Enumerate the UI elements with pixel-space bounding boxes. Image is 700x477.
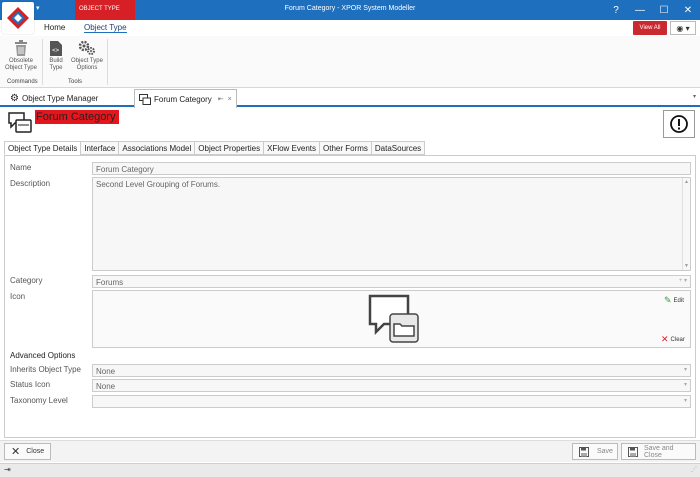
forum-category-icon <box>368 294 420 346</box>
tab-object-properties[interactable]: Object Properties <box>194 141 265 155</box>
chevron-down-icon: + ▾ <box>678 278 687 284</box>
scroll-up-icon[interactable]: ▲ <box>684 179 689 185</box>
build-type-label: Build Type <box>49 58 63 71</box>
name-label: Name <box>10 163 32 172</box>
document-tab-bar: ⚙ Object Type Manager Forum Category ⇤ ×… <box>0 89 700 108</box>
footer-bar: ✕ Close Save Save and Close <box>0 440 700 462</box>
edit-icon: ✎ <box>664 295 672 305</box>
description-scrollbar[interactable]: ▲ ▼ <box>682 178 690 270</box>
app-logo-icon <box>7 7 29 29</box>
taxonomy-level-label: Taxonomy Level <box>10 396 68 405</box>
ribbon-tab-bar: Home Object Type <box>0 20 700 36</box>
chevron-down-icon: ▾ <box>683 367 687 373</box>
category-label: Category <box>10 276 43 285</box>
window-controls: ? — ☐ ✕ <box>604 0 700 20</box>
view-all-button[interactable]: View All <box>633 21 667 35</box>
quick-access-dropdown-icon[interactable]: ▾ <box>36 4 40 12</box>
obsolete-object-type-button[interactable]: Obsolete Object Type <box>3 39 39 72</box>
clear-label: Clear <box>670 336 685 343</box>
edit-label: Edit <box>673 297 684 304</box>
window-title: Forum Category - XPOR System Modeller <box>284 5 416 12</box>
close-window-button[interactable]: ✕ <box>676 0 700 20</box>
inherits-value: None <box>96 367 116 376</box>
group-label-commands: Commands <box>7 79 38 85</box>
scroll-down-icon[interactable]: ▼ <box>684 263 689 269</box>
exit-icon[interactable]: ⇥ <box>4 465 11 474</box>
group-separator <box>42 39 43 85</box>
name-field[interactable]: Forum Category <box>92 162 691 175</box>
tab-home[interactable]: Home <box>44 23 65 32</box>
status-icon-value: None <box>96 382 116 391</box>
status-icon-label: Status Icon <box>10 380 51 389</box>
tab-overflow-icon[interactable]: ▾ <box>693 93 696 100</box>
close-icon: ✕ <box>11 446 21 458</box>
forum-category-icon <box>139 93 151 105</box>
save-close-icon <box>628 446 638 457</box>
category-value: Forums <box>96 278 124 287</box>
tab-interface[interactable]: Interface <box>80 141 120 155</box>
tab-object-type-details[interactable]: Object Type Details <box>4 141 82 155</box>
object-type-large-icon <box>8 112 32 136</box>
save-icon <box>579 446 589 457</box>
save-label: Save <box>597 448 613 455</box>
description-field[interactable]: Second Level Grouping of Forums. ▲ ▼ <box>92 177 691 271</box>
inherits-select[interactable]: None ▾ <box>92 364 691 377</box>
icon-label: Icon <box>10 292 26 301</box>
tab-datasources[interactable]: DataSources <box>370 141 426 155</box>
alert-icon <box>670 115 688 133</box>
object-type-options-label: Object Type Options <box>71 58 103 71</box>
advanced-options-heading: Advanced Options <box>10 351 76 360</box>
doc-tab-label: Forum Category <box>154 94 212 104</box>
help-button[interactable]: ? <box>604 0 628 20</box>
build-code-icon: <> <box>45 39 67 57</box>
inherits-label: Inherits Object Type <box>10 365 81 374</box>
close-label: Close <box>26 448 45 455</box>
edit-icon-button[interactable]: ✎ Edit <box>664 295 684 306</box>
object-type-options-button[interactable]: Object Type Options <box>69 39 105 72</box>
trash-icon <box>3 39 39 57</box>
tab-other-forms[interactable]: Other Forms <box>319 141 372 155</box>
close-button[interactable]: ✕ Close <box>4 443 51 460</box>
title-bar: OBJECT TYPE Forum Category - XPOR System… <box>0 0 700 20</box>
content-tab-bar: Object Type Details Interface Associatio… <box>4 141 426 155</box>
doc-tab-forum-category[interactable]: Forum Category ⇤ × <box>134 89 237 108</box>
save-and-close-label: Save and Close <box>644 444 674 459</box>
obsolete-object-type-label: Obsolete Object Type <box>5 58 37 71</box>
status-bar: ⇥ ⋰ <box>0 463 700 477</box>
ribbon: Obsolete Object Type Commands <> Build T… <box>0 36 700 88</box>
doc-tab-object-type-manager[interactable]: ⚙ Object Type Manager <box>10 89 98 107</box>
close-tab-icon[interactable]: × <box>228 96 232 103</box>
clear-icon: ✕ <box>661 334 669 344</box>
group-separator <box>107 39 108 85</box>
pin-icon[interactable]: ⇤ <box>218 95 224 103</box>
object-type-title: Forum Category <box>35 110 119 124</box>
chevron-down-icon: ▾ <box>683 398 687 404</box>
description-text: Second Level Grouping of Forums. <box>96 180 221 189</box>
build-type-button[interactable]: <> Build Type <box>45 39 67 72</box>
alert-button[interactable] <box>663 110 695 138</box>
minimize-button[interactable]: — <box>628 0 652 20</box>
tab-object-type[interactable]: Object Type <box>84 23 127 33</box>
group-label-tools: Tools <box>68 79 83 85</box>
clear-icon-button[interactable]: ✕ Clear <box>661 334 685 345</box>
save-and-close-button[interactable]: Save and Close <box>621 443 696 460</box>
app-logo-button[interactable] <box>2 2 34 34</box>
taxonomy-level-select[interactable]: ▾ <box>92 395 691 408</box>
save-button[interactable]: Save <box>572 443 618 460</box>
category-select[interactable]: Forums + ▾ <box>92 275 691 288</box>
tab-associations-model[interactable]: Associations Model <box>118 141 196 155</box>
view-options-button[interactable]: ◉ ▾ <box>670 21 696 35</box>
doc-tab-label: Object Type Manager <box>21 93 99 103</box>
status-icon-select[interactable]: None ▾ <box>92 379 691 392</box>
maximize-button[interactable]: ☐ <box>652 0 676 20</box>
svg-text:<>: <> <box>52 47 60 54</box>
description-label: Description <box>10 179 51 188</box>
chevron-down-icon: ▾ <box>683 382 687 388</box>
resize-grip-icon[interactable]: ⋰ <box>691 466 697 473</box>
tab-xflow-events[interactable]: XFlow Events <box>263 141 320 155</box>
gear-icon: ⚙ <box>10 92 19 104</box>
gears-icon <box>69 39 105 57</box>
